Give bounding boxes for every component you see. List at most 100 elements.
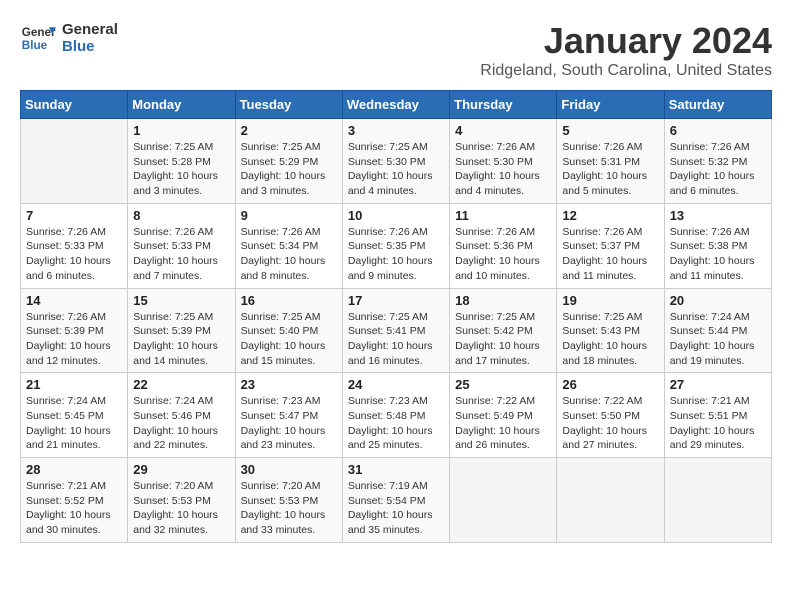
calendar-day-cell: 6 Sunrise: 7:26 AMSunset: 5:32 PMDaylight… xyxy=(664,119,771,204)
calendar-day-cell: 11Sunrise: 7:26 AMSunset: 5:36 PMDayligh… xyxy=(450,203,557,288)
day-info: Sunrise: 7:25 AMSunset: 5:41 PMDaylight:… xyxy=(348,310,444,369)
day-info: Sunrise: 7:19 AMSunset: 5:54 PMDaylight:… xyxy=(348,479,444,538)
day-info: Sunrise: 7:22 AMSunset: 5:50 PMDaylight:… xyxy=(562,394,658,453)
page-header: General Blue General Blue January 2024 R… xyxy=(20,20,772,80)
day-info: Sunrise: 7:25 AMSunset: 5:40 PMDaylight:… xyxy=(241,310,337,369)
day-info: Sunrise: 7:26 AMSunset: 5:35 PMDaylight:… xyxy=(348,225,444,284)
calendar-day-cell: 21Sunrise: 7:24 AMSunset: 5:45 PMDayligh… xyxy=(21,373,128,458)
calendar-header-cell: Tuesday xyxy=(235,91,342,119)
calendar-day-cell xyxy=(557,458,664,543)
svg-text:Blue: Blue xyxy=(22,39,48,52)
calendar-day-cell: 20 Sunrise: 7:24 AMSunset: 5:44 PMDayligh… xyxy=(664,288,771,373)
day-info: Sunrise: 7:26 AMSunset: 5:34 PMDaylight:… xyxy=(241,225,337,284)
calendar-day-cell: 9 Sunrise: 7:26 AMSunset: 5:34 PMDaylight… xyxy=(235,203,342,288)
day-info: Sunrise: 7:21 AMSunset: 5:51 PMDaylight:… xyxy=(670,394,766,453)
calendar-day-cell: 13Sunrise: 7:26 AMSunset: 5:38 PMDayligh… xyxy=(664,203,771,288)
calendar-day-cell: 30 Sunrise: 7:20 AMSunset: 5:53 PMDayligh… xyxy=(235,458,342,543)
calendar-day-cell: 27 Sunrise: 7:21 AMSunset: 5:51 PMDayligh… xyxy=(664,373,771,458)
day-number: 27 xyxy=(670,377,766,392)
day-info: Sunrise: 7:23 AMSunset: 5:47 PMDaylight:… xyxy=(241,394,337,453)
calendar-day-cell: 4Sunrise: 7:26 AMSunset: 5:30 PMDaylight… xyxy=(450,119,557,204)
calendar-day-cell: 14Sunrise: 7:26 AMSunset: 5:39 PMDayligh… xyxy=(21,288,128,373)
calendar-day-cell: 19 Sunrise: 7:25 AMSunset: 5:43 PMDayligh… xyxy=(557,288,664,373)
calendar-week-row: 21Sunrise: 7:24 AMSunset: 5:45 PMDayligh… xyxy=(21,373,772,458)
calendar-day-cell: 8 Sunrise: 7:26 AMSunset: 5:33 PMDaylight… xyxy=(128,203,235,288)
day-info: Sunrise: 7:26 AMSunset: 5:33 PMDaylight:… xyxy=(133,225,229,284)
day-number: 5 xyxy=(562,123,658,138)
day-number: 6 xyxy=(670,123,766,138)
calendar-day-cell: 2Sunrise: 7:25 AMSunset: 5:29 PMDaylight… xyxy=(235,119,342,204)
day-info: Sunrise: 7:26 AMSunset: 5:32 PMDaylight:… xyxy=(670,140,766,199)
day-number: 9 xyxy=(241,208,337,223)
day-number: 7 xyxy=(26,208,122,223)
day-number: 15 xyxy=(133,293,229,308)
day-number: 20 xyxy=(670,293,766,308)
calendar-table: SundayMondayTuesdayWednesdayThursdayFrid… xyxy=(20,90,772,543)
calendar-day-cell: 22 Sunrise: 7:24 AMSunset: 5:46 PMDayligh… xyxy=(128,373,235,458)
day-number: 22 xyxy=(133,377,229,392)
logo-text-general: General xyxy=(62,21,118,38)
calendar-day-cell: 31 Sunrise: 7:19 AMSunset: 5:54 PMDayligh… xyxy=(342,458,449,543)
calendar-body: 1Sunrise: 7:25 AMSunset: 5:28 PMDaylight… xyxy=(21,119,772,543)
day-number: 26 xyxy=(562,377,658,392)
day-number: 30 xyxy=(241,462,337,477)
day-number: 31 xyxy=(348,462,444,477)
calendar-header-cell: Sunday xyxy=(21,91,128,119)
calendar-day-cell: 7 Sunrise: 7:26 AMSunset: 5:33 PMDaylight… xyxy=(21,203,128,288)
logo-icon: General Blue xyxy=(20,20,56,56)
calendar-week-row: 7 Sunrise: 7:26 AMSunset: 5:33 PMDaylight… xyxy=(21,203,772,288)
day-number: 3 xyxy=(348,123,444,138)
day-info: Sunrise: 7:24 AMSunset: 5:46 PMDaylight:… xyxy=(133,394,229,453)
day-number: 16 xyxy=(241,293,337,308)
day-number: 8 xyxy=(133,208,229,223)
day-info: Sunrise: 7:25 AMSunset: 5:43 PMDaylight:… xyxy=(562,310,658,369)
day-number: 4 xyxy=(455,123,551,138)
calendar-day-cell: 10 Sunrise: 7:26 AMSunset: 5:35 PMDayligh… xyxy=(342,203,449,288)
calendar-day-cell: 26 Sunrise: 7:22 AMSunset: 5:50 PMDayligh… xyxy=(557,373,664,458)
calendar-header-row: SundayMondayTuesdayWednesdayThursdayFrid… xyxy=(21,91,772,119)
calendar-day-cell xyxy=(21,119,128,204)
day-number: 25 xyxy=(455,377,551,392)
calendar-day-cell: 15 Sunrise: 7:25 AMSunset: 5:39 PMDayligh… xyxy=(128,288,235,373)
day-number: 19 xyxy=(562,293,658,308)
day-info: Sunrise: 7:22 AMSunset: 5:49 PMDaylight:… xyxy=(455,394,551,453)
day-number: 17 xyxy=(348,293,444,308)
day-number: 18 xyxy=(455,293,551,308)
calendar-day-cell: 5 Sunrise: 7:26 AMSunset: 5:31 PMDaylight… xyxy=(557,119,664,204)
day-number: 28 xyxy=(26,462,122,477)
day-info: Sunrise: 7:24 AMSunset: 5:44 PMDaylight:… xyxy=(670,310,766,369)
calendar-title: January 2024 xyxy=(480,20,772,62)
day-info: Sunrise: 7:23 AMSunset: 5:48 PMDaylight:… xyxy=(348,394,444,453)
calendar-day-cell: 24Sunrise: 7:23 AMSunset: 5:48 PMDayligh… xyxy=(342,373,449,458)
day-info: Sunrise: 7:26 AMSunset: 5:36 PMDaylight:… xyxy=(455,225,551,284)
logo-text-blue: Blue xyxy=(62,38,118,55)
calendar-day-cell: 28Sunrise: 7:21 AMSunset: 5:52 PMDayligh… xyxy=(21,458,128,543)
calendar-day-cell: 25 Sunrise: 7:22 AMSunset: 5:49 PMDayligh… xyxy=(450,373,557,458)
calendar-day-cell: 12 Sunrise: 7:26 AMSunset: 5:37 PMDayligh… xyxy=(557,203,664,288)
calendar-week-row: 14Sunrise: 7:26 AMSunset: 5:39 PMDayligh… xyxy=(21,288,772,373)
calendar-header-cell: Wednesday xyxy=(342,91,449,119)
calendar-day-cell: 23Sunrise: 7:23 AMSunset: 5:47 PMDayligh… xyxy=(235,373,342,458)
calendar-day-cell xyxy=(450,458,557,543)
day-info: Sunrise: 7:25 AMSunset: 5:39 PMDaylight:… xyxy=(133,310,229,369)
calendar-day-cell: 17 Sunrise: 7:25 AMSunset: 5:41 PMDayligh… xyxy=(342,288,449,373)
logo: General Blue General Blue xyxy=(20,20,118,56)
day-number: 12 xyxy=(562,208,658,223)
day-number: 13 xyxy=(670,208,766,223)
calendar-day-cell xyxy=(664,458,771,543)
calendar-day-cell: 18 Sunrise: 7:25 AMSunset: 5:42 PMDayligh… xyxy=(450,288,557,373)
day-info: Sunrise: 7:26 AMSunset: 5:37 PMDaylight:… xyxy=(562,225,658,284)
calendar-day-cell: 29Sunrise: 7:20 AMSunset: 5:53 PMDayligh… xyxy=(128,458,235,543)
day-info: Sunrise: 7:25 AMSunset: 5:42 PMDaylight:… xyxy=(455,310,551,369)
day-info: Sunrise: 7:20 AMSunset: 5:53 PMDaylight:… xyxy=(241,479,337,538)
day-number: 29 xyxy=(133,462,229,477)
calendar-week-row: 1Sunrise: 7:25 AMSunset: 5:28 PMDaylight… xyxy=(21,119,772,204)
day-info: Sunrise: 7:26 AMSunset: 5:33 PMDaylight:… xyxy=(26,225,122,284)
day-info: Sunrise: 7:24 AMSunset: 5:45 PMDaylight:… xyxy=(26,394,122,453)
day-info: Sunrise: 7:26 AMSunset: 5:31 PMDaylight:… xyxy=(562,140,658,199)
day-info: Sunrise: 7:25 AMSunset: 5:29 PMDaylight:… xyxy=(241,140,337,199)
calendar-header-cell: Thursday xyxy=(450,91,557,119)
calendar-subtitle: Ridgeland, South Carolina, United States xyxy=(480,62,772,80)
day-number: 10 xyxy=(348,208,444,223)
calendar-day-cell: 1Sunrise: 7:25 AMSunset: 5:28 PMDaylight… xyxy=(128,119,235,204)
